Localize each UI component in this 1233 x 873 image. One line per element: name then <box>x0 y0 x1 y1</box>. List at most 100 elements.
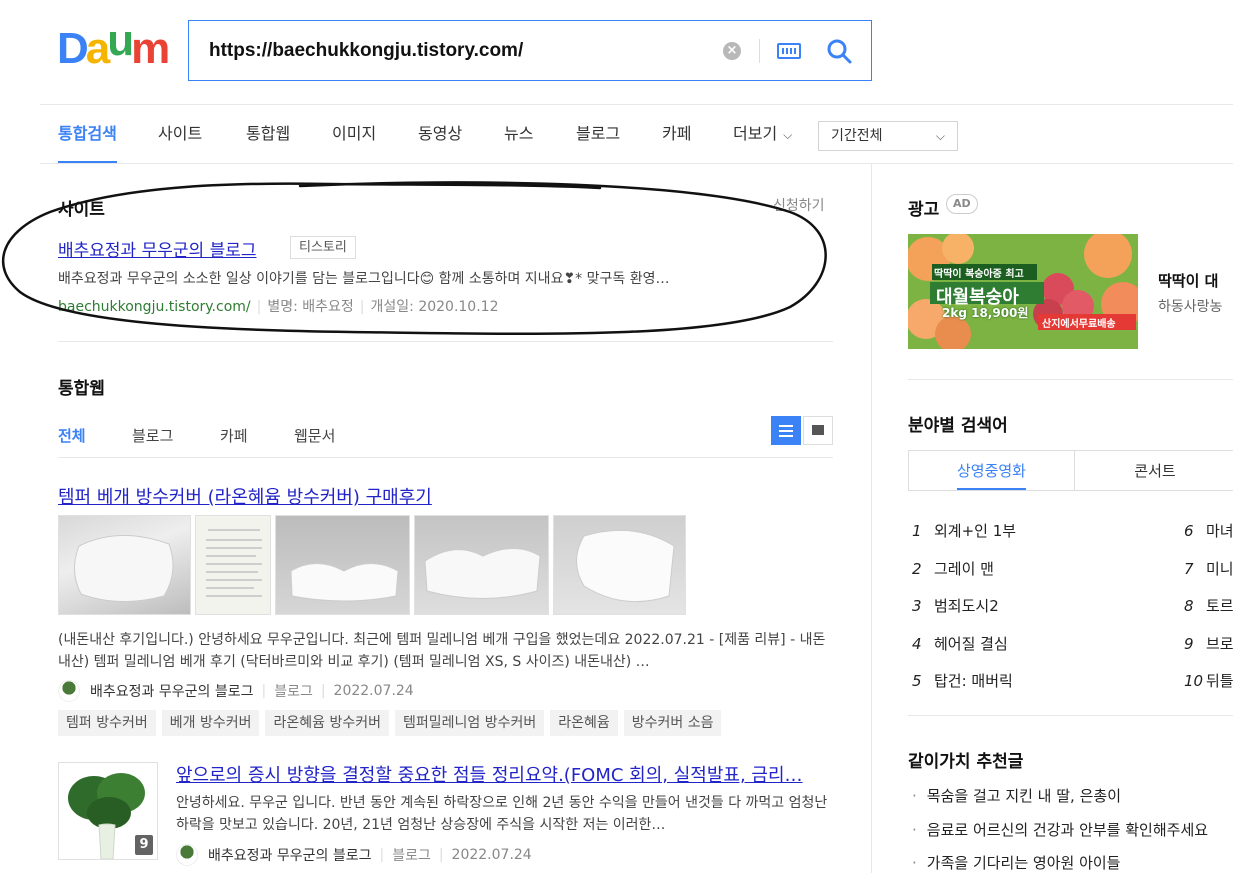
ad-banner-image[interactable]: 딱딱이 복숭아중 최고 대월복숭아 2kg 18,900원 산지에서무료배송 <box>908 234 1138 349</box>
image-count-badge: 9 <box>135 835 153 855</box>
tab-site[interactable]: 사이트 <box>158 105 202 163</box>
period-select[interactable]: 기간전체 ⌵ <box>818 121 958 151</box>
rank-item[interactable]: 3 범죄도시2 <box>912 595 999 616</box>
tab-concert[interactable]: 콘서트 <box>1075 451 1233 491</box>
search-icon[interactable] <box>825 37 853 65</box>
site-url[interactable]: baechukkongju.tistory.com/ <box>58 299 251 315</box>
post-author[interactable]: 배추요정과 무우군의 블로그 <box>90 681 253 701</box>
tab-now-showing-movies[interactable]: 상영중영화 <box>909 451 1075 491</box>
thumbnail-image[interactable] <box>195 515 271 615</box>
rank-item[interactable]: 5 탑건: 매버릭 <box>912 670 1013 691</box>
rank-item[interactable]: 4 헤어질 결심 <box>912 633 1008 654</box>
web-section-title: 통합웹 <box>58 379 105 399</box>
tab-integrated[interactable]: 통합검색 <box>58 105 117 163</box>
site-description: 배추요정과 무우군의 소소한 일상 이야기를 담는 블로그입니다😊 함께 소통하… <box>58 271 670 287</box>
rank-item[interactable]: 6 마녀 <box>1184 520 1233 541</box>
tab-now-showing-movies-label: 상영중영화 <box>956 462 1026 490</box>
post-date: 2022.07.24 <box>451 847 532 863</box>
thumbnail-image[interactable] <box>275 515 410 615</box>
logo-letter-m: m <box>131 24 170 73</box>
tag-chip[interactable]: 템퍼 방수커버 <box>58 710 156 736</box>
site-opened-date: 개설일: 2020.10.12 <box>370 299 499 315</box>
tab-news[interactable]: 뉴스 <box>504 105 533 163</box>
post-meta: 배추요정과 무우군의 블로그 | 블로그 | 2022.07.24 <box>176 844 532 866</box>
thumbnail-image[interactable] <box>553 515 686 615</box>
tag-chip[interactable]: 베개 방수커버 <box>161 710 260 736</box>
image-view-button[interactable] <box>803 416 833 445</box>
rank-item[interactable]: 10 뒤틀 <box>1184 670 1233 691</box>
tab-more[interactable]: 더보기 ⌵ <box>733 105 792 163</box>
chevron-down-icon: ⌵ <box>783 128 793 142</box>
section-divider <box>58 341 833 342</box>
tab-cafe[interactable]: 카페 <box>662 105 691 163</box>
recommend-title: 같이가치 추천글 <box>908 752 1024 772</box>
subtab-divider <box>58 457 833 458</box>
sidebar-divider <box>908 715 1233 716</box>
tab-more-label: 더보기 <box>733 124 778 143</box>
rank-item[interactable]: 7 미니 <box>1184 558 1233 579</box>
post-title[interactable]: 앞으로의 증시 방향을 결정할 중요한 점들 정리요약.(FOMC 회의, 실적… <box>176 761 833 787</box>
period-value: 기간전체 <box>831 128 883 144</box>
thumbnail-image[interactable] <box>414 515 549 615</box>
category-search-title: 분야별 검색어 <box>908 416 1008 436</box>
recommend-item[interactable]: · 가족을 기다리는 영아원 아이들 <box>912 852 1233 873</box>
site-result-title[interactable]: 배추요정과 무우군의 블로그 <box>58 236 257 261</box>
search-input[interactable]: https://baechukkongju.tistory.com/ <box>209 40 523 62</box>
recommend-item[interactable]: · 음료로 어르신의 건강과 안부를 확인해주세요 <box>912 819 1233 840</box>
post-source: 블로그 <box>274 684 313 700</box>
subtab-cafe[interactable]: 카페 <box>220 425 248 446</box>
logo-letter-u: u <box>107 16 134 65</box>
ad-banner-price-text: 2kg 18,900원 <box>942 306 1029 320</box>
clear-icon[interactable]: × <box>723 42 741 60</box>
post-description: (내돈내산 후기입니다.) 안녕하세요 무우군입니다. 최근에 템퍼 밀레니엄 … <box>58 632 826 670</box>
rank-item[interactable]: 8 토르 <box>1184 595 1233 616</box>
tag-chip[interactable]: 템퍼밀레니엄 방수커버 <box>394 710 545 736</box>
logo-letter-a: a <box>85 24 111 73</box>
tab-video[interactable]: 동영상 <box>418 105 462 163</box>
list-view-button[interactable] <box>771 416 801 445</box>
post-author[interactable]: 배추요정과 무우군의 블로그 <box>208 845 371 865</box>
column-divider <box>871 164 872 873</box>
search-box[interactable]: https://baechukkongju.tistory.com/ × <box>188 20 872 81</box>
avatar <box>176 844 198 866</box>
tag-chip[interactable]: 라온혜윰 <box>550 710 618 736</box>
search-tabs: 통합검색 사이트 통합웹 이미지 동영상 뉴스 블로그 카페 더보기 ⌵ 기간전체… <box>40 104 1233 164</box>
logo-letter-d: D <box>57 24 89 73</box>
post-title[interactable]: 템퍼 베개 방수커버 (라온혜윰 방수커버) 구매후기 <box>58 483 432 509</box>
keyboard-icon[interactable] <box>777 43 801 59</box>
post-tags: 템퍼 방수커버 베개 방수커버 라온혜윰 방수커버 템퍼밀레니엄 방수커버 라온… <box>58 710 722 736</box>
ad-badge: AD <box>946 194 978 214</box>
ad-title[interactable]: 딱딱이 대 <box>1158 270 1218 291</box>
category-tabs: 상영중영화 콘서트 <box>908 450 1233 491</box>
subtab-blog[interactable]: 블로그 <box>132 425 173 446</box>
rank-item[interactable]: 1 외계+인 1부 <box>912 520 1016 541</box>
ad-subtitle: 하동사랑농 <box>1158 299 1223 315</box>
apply-link[interactable]: 신청하기 <box>773 195 825 215</box>
tag-chip[interactable]: 라온혜윰 방수커버 <box>265 710 389 736</box>
recommend-item[interactable]: · 목숨을 걸고 지킨 내 딸, 은총이 <box>912 785 1233 806</box>
daum-logo[interactable]: D a u m <box>57 19 170 73</box>
sidebar-divider <box>908 379 1233 380</box>
thumbnail-image[interactable] <box>58 515 191 615</box>
tab-image[interactable]: 이미지 <box>332 105 376 163</box>
tab-blog[interactable]: 블로그 <box>576 105 620 163</box>
avatar <box>58 680 80 702</box>
chevron-down-icon: ⌵ <box>935 129 945 143</box>
subtab-all[interactable]: 전체 <box>58 425 86 446</box>
post-meta: 배추요정과 무우군의 블로그 | 블로그 | 2022.07.24 <box>58 680 414 702</box>
site-tag-badge: 티스토리 <box>290 236 356 259</box>
ad-banner-shipping-text: 산지에서무료배송 <box>1042 319 1116 330</box>
post-date: 2022.07.24 <box>333 683 414 699</box>
subtab-webdoc[interactable]: 웹문서 <box>294 425 335 446</box>
tag-chip[interactable]: 방수커버 소음 <box>623 710 722 736</box>
post-thumbnail[interactable]: 9 <box>58 762 158 860</box>
rank-item[interactable]: 2 그레이 맨 <box>912 558 994 579</box>
site-alias: 별명: 배추요정 <box>267 299 354 315</box>
site-section-title: 사이트 <box>58 200 105 220</box>
search-divider <box>759 39 760 63</box>
post-source: 블로그 <box>392 848 431 864</box>
tab-integrated-web[interactable]: 통합웹 <box>246 105 290 163</box>
site-meta: baechukkongju.tistory.com/| 별명: 배추요정 | 개설일:… <box>58 299 499 315</box>
rank-item[interactable]: 9 브로 <box>1184 633 1233 654</box>
post-description: 안녕하세요. 무우군 입니다. 반년 동안 계속된 하락장으로 인해 2년 동안… <box>176 795 828 833</box>
